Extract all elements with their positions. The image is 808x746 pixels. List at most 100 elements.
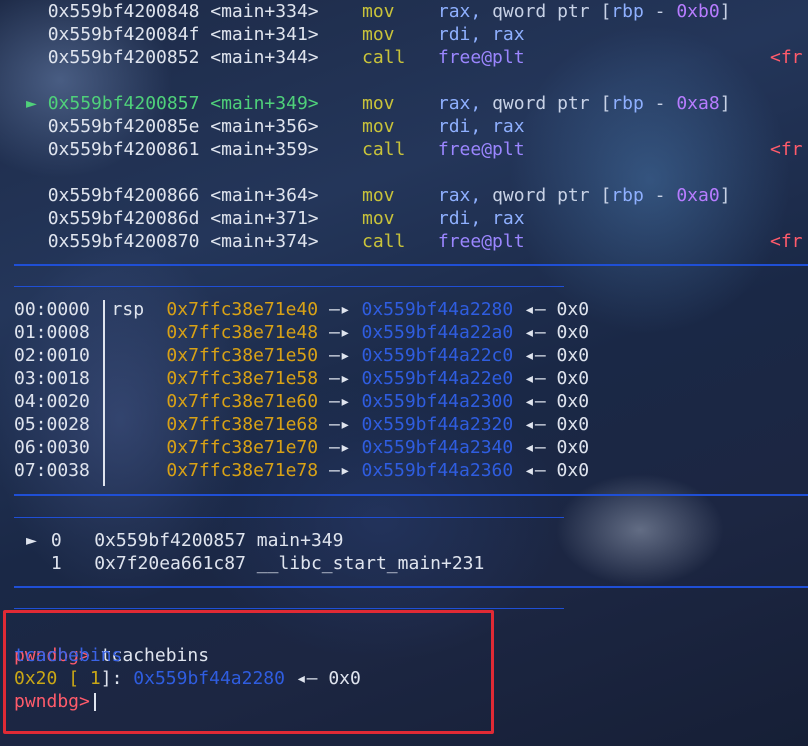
stack-row: 00:0000 rsp 0x7ffc38e71e40 —▸ 0x559bf44a… bbox=[14, 298, 589, 321]
heap-address: 0x559bf44a2340 bbox=[361, 437, 514, 458]
instr-address: 0x559bf4200870 bbox=[47, 231, 200, 252]
operand-1: rax, bbox=[437, 185, 482, 206]
stack-row: 01:0008 0x7ffc38e71e48 —▸ 0x559bf44a22a0… bbox=[14, 321, 589, 344]
instr-mnemonic: call bbox=[361, 231, 406, 252]
frame-address: 0x7f20ea661c87 bbox=[94, 553, 246, 574]
pointer-arrow: —▸ bbox=[328, 414, 351, 435]
stack-address: 0x7ffc38e71e50 bbox=[166, 345, 319, 366]
bin-size: 0x20 bbox=[14, 668, 58, 689]
pointer-arrow: —▸ bbox=[328, 345, 351, 366]
bin-count: 1 bbox=[89, 668, 101, 689]
separator-disasm bbox=[14, 264, 808, 266]
frame-symbol: __libc_start_main+231 bbox=[256, 553, 485, 574]
pointer-arrow: —▸ bbox=[328, 299, 351, 320]
prompt-label-2: pwndbg> bbox=[14, 691, 90, 712]
instr-address: 0x559bf420085e bbox=[47, 116, 200, 137]
call-dest: <fr bbox=[770, 47, 803, 68]
instr-mnemonic: call bbox=[361, 139, 406, 160]
stack-divider bbox=[103, 300, 105, 486]
separator-stack-top bbox=[14, 286, 564, 287]
frame-marker: ► bbox=[26, 530, 37, 551]
pointer-tail: ◂— 0x0 bbox=[524, 437, 590, 458]
disasm-line: 0x559bf4200861 <main+359> call free@plt <… bbox=[26, 138, 803, 161]
heap-address: 0x559bf44a2360 bbox=[361, 460, 514, 481]
bin-count-close: ]: bbox=[100, 668, 123, 689]
stack-index: 05:0028 bbox=[14, 414, 90, 435]
disasm-line: 0x559bf420084f <main+341> mov rdi, rax bbox=[26, 23, 525, 46]
heap-address: 0x559bf44a2320 bbox=[361, 414, 514, 435]
bin-tail: ◂— 0x0 bbox=[295, 668, 361, 689]
disasm-line: 0x559bf4200848 <main+334> mov rax, qword… bbox=[26, 0, 731, 23]
instr-symbol: <main+371> bbox=[210, 208, 319, 229]
backtrace-frame: ► 0 0x559bf4200857 main+349 bbox=[26, 529, 343, 552]
pointer-tail: ◂— 0x0 bbox=[524, 414, 590, 435]
pointer-tail: ◂— 0x0 bbox=[524, 322, 590, 343]
instr-address: 0x559bf4200848 bbox=[47, 1, 200, 22]
stack-reg: rsp bbox=[111, 299, 145, 320]
instr-mnemonic: mov bbox=[361, 116, 395, 137]
instr-symbol: <main+349> bbox=[210, 93, 319, 114]
stack-address: 0x7ffc38e71e40 bbox=[166, 299, 319, 320]
pointer-tail: ◂— 0x0 bbox=[524, 391, 590, 412]
instr-mnemonic: mov bbox=[361, 24, 395, 45]
instr-symbol: <main+359> bbox=[210, 139, 319, 160]
stack-index: 00:0000 bbox=[14, 299, 90, 320]
disasm-line: 0x559bf4200866 <main+364> mov rax, qword… bbox=[26, 184, 731, 207]
disasm-line: ► 0x559bf4200857 <main+349> mov rax, qwo… bbox=[26, 92, 731, 115]
call-target: free@plt bbox=[437, 47, 525, 68]
heap-address: 0x559bf44a2300 bbox=[361, 391, 514, 412]
heap-address: 0x559bf44a2280 bbox=[361, 299, 514, 320]
tcachebins-header: tcachebins bbox=[14, 645, 123, 666]
pointer-arrow: —▸ bbox=[328, 368, 351, 389]
stack-row: 02:0010 0x7ffc38e71e50 —▸ 0x559bf44a22c0… bbox=[14, 344, 589, 367]
disasm-line: 0x559bf4200852 <main+344> call free@plt <… bbox=[26, 46, 803, 69]
stack-address: 0x7ffc38e71e68 bbox=[166, 414, 319, 435]
instr-symbol: <main+344> bbox=[210, 47, 319, 68]
disasm-line: 0x559bf420086d <main+371> mov rdi, rax bbox=[26, 207, 525, 230]
call-target: free@plt bbox=[437, 231, 525, 252]
pointer-tail: ◂— 0x0 bbox=[524, 368, 590, 389]
stack-address: 0x7ffc38e71e58 bbox=[166, 368, 319, 389]
instr-mnemonic: mov bbox=[361, 1, 395, 22]
heap-address: 0x559bf44a22a0 bbox=[361, 322, 514, 343]
instr-address: 0x559bf4200866 bbox=[47, 185, 200, 206]
instr-symbol: <main+334> bbox=[210, 1, 319, 22]
instr-address: 0x559bf4200857 bbox=[47, 93, 200, 114]
instr-symbol: <main+356> bbox=[210, 116, 319, 137]
separator-console-top bbox=[14, 608, 564, 609]
frame-symbol: main+349 bbox=[256, 530, 344, 551]
operand-2: rax bbox=[492, 24, 525, 45]
instr-symbol: <main+341> bbox=[210, 24, 319, 45]
stack-row: 07:0038 0x7ffc38e71e78 —▸ 0x559bf44a2360… bbox=[14, 459, 589, 482]
instr-mnemonic: call bbox=[361, 47, 406, 68]
console-command-line[interactable]: pwndbg> tcachebins bbox=[14, 621, 209, 666]
stack-index: 04:0020 bbox=[14, 391, 90, 412]
stack-row: 03:0018 0x7ffc38e71e58 —▸ 0x559bf44a22e0… bbox=[14, 367, 589, 390]
console-input-line[interactable]: pwndbg> bbox=[14, 690, 96, 713]
instr-address: 0x559bf420084f bbox=[47, 24, 200, 45]
instr-mnemonic: mov bbox=[361, 93, 395, 114]
stack-index: 03:0018 bbox=[14, 368, 90, 389]
pointer-arrow: —▸ bbox=[328, 437, 351, 458]
stack-row: 05:0028 0x7ffc38e71e68 —▸ 0x559bf44a2320… bbox=[14, 413, 589, 436]
instr-symbol: <main+374> bbox=[210, 231, 319, 252]
operand-2: qword ptr [rbp - 0xa0] bbox=[492, 185, 731, 206]
stack-address: 0x7ffc38e71e60 bbox=[166, 391, 319, 412]
instr-mnemonic: mov bbox=[361, 185, 395, 206]
instr-symbol: <main+364> bbox=[210, 185, 319, 206]
pointer-arrow: —▸ bbox=[328, 322, 351, 343]
frame-number: 0 bbox=[50, 530, 62, 551]
operand-1: rax, bbox=[437, 1, 482, 22]
pointer-tail: ◂— 0x0 bbox=[524, 345, 590, 366]
stack-address: 0x7ffc38e71e78 bbox=[166, 460, 319, 481]
frame-number: 1 bbox=[50, 553, 62, 574]
pointer-tail: ◂— 0x0 bbox=[524, 299, 590, 320]
operand-1: rdi, bbox=[437, 116, 482, 137]
stack-row: 04:0020 0x7ffc38e71e60 —▸ 0x559bf44a2300… bbox=[14, 390, 589, 413]
stack-address: 0x7ffc38e71e48 bbox=[166, 322, 319, 343]
disasm-line: 0x559bf4200870 <main+374> call free@plt <… bbox=[26, 230, 803, 253]
operand-2: qword ptr [rbp - 0xa8] bbox=[492, 93, 731, 114]
console-output-header: tcachebins bbox=[14, 644, 122, 667]
instr-address: 0x559bf4200861 bbox=[47, 139, 200, 160]
call-dest: <fr bbox=[770, 231, 803, 252]
